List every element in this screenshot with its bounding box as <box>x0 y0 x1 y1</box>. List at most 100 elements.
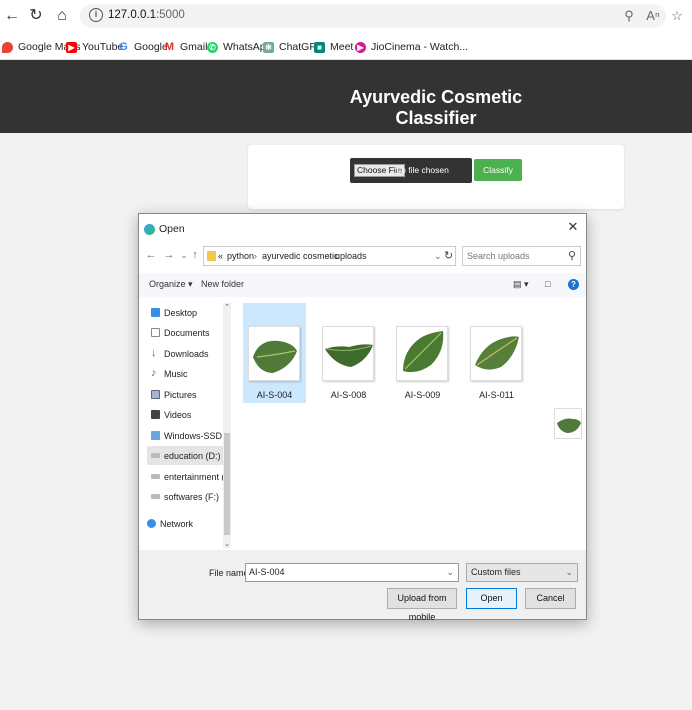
scrollbar-thumb[interactable] <box>224 433 230 535</box>
url-field[interactable]: i 127.0.0.1:5000 <box>80 4 666 28</box>
leaf-thumbnail <box>248 326 300 381</box>
open-button[interactable]: Open <box>466 588 517 609</box>
info-icon[interactable]: i <box>89 8 103 22</box>
search-icon: ⚲ <box>567 250 576 262</box>
dialog-toolbar: Organize ▾ New folder ▤ ▾ □ ? <box>139 273 586 297</box>
up-arrow-icon[interactable]: ↑ <box>189 249 201 261</box>
sidebar-item-entertainment[interactable]: entertainment (E <box>147 467 227 486</box>
bookmark-jiocinema[interactable]: ▶ JioCinema - Watch... <box>355 40 468 54</box>
file-input[interactable]: Choose File No file chosen <box>350 158 472 183</box>
back-arrow-icon[interactable]: ← <box>2 6 22 26</box>
app-header: Ayurvedic Cosmetic Classifier <box>0 60 692 133</box>
sidebar-item-documents[interactable]: Documents <box>147 323 227 342</box>
read-aloud-icon[interactable]: Aⁿ <box>644 6 662 26</box>
chevron-down-icon: ⌄ <box>565 567 573 577</box>
folder-icon <box>207 251 216 261</box>
open-file-dialog: Open ✕ ← → ⌄ ↑ « python › ayurvedic cosm… <box>138 213 587 622</box>
file-name-value: AI-S-004 <box>249 567 285 577</box>
file-type-select[interactable]: Custom files ⌄ <box>466 563 578 582</box>
refresh-icon[interactable]: ↻ <box>26 6 46 26</box>
breadcrumb[interactable]: « python › ayurvedic cosmetic › uploads … <box>203 246 456 266</box>
sidebar-item-videos[interactable]: Videos <box>147 405 227 424</box>
chatgpt-icon: ✻ <box>263 41 274 53</box>
classify-image-button[interactable]: Classify Image <box>474 159 522 197</box>
close-icon[interactable]: ✕ <box>565 219 581 235</box>
music-icon: ♪ <box>151 367 157 379</box>
chevron-down-icon[interactable]: ⌄ <box>223 540 231 548</box>
bookmark-whatsapp[interactable]: ✆ WhatsApp <box>207 40 271 54</box>
bookmark-google[interactable]: G Google <box>118 40 168 54</box>
sidebar-item-windows-ssd[interactable]: Windows-SSD (C <box>147 426 227 445</box>
drive-icon <box>151 494 160 499</box>
favorite-star-icon[interactable]: ☆ <box>668 6 686 26</box>
file-item[interactable]: AI-S-009 <box>391 303 454 403</box>
bookmark-youtube[interactable]: ▶ YouTube <box>66 40 123 54</box>
chevron-down-icon[interactable]: ⌄ <box>446 567 454 578</box>
back-arrow-icon[interactable]: ← <box>145 249 157 261</box>
leaf-thumbnail <box>322 326 374 381</box>
drive-icon <box>151 431 160 440</box>
leaf-thumbnail <box>470 326 522 381</box>
browser-address-bar: ← ↻ ⌂ i 127.0.0.1:5000 ⚲ Aⁿ ☆ <box>0 0 692 33</box>
sidebar-item-education[interactable]: education (D:) <box>147 446 227 465</box>
upload-from-mobile-button[interactable]: Upload from mobile <box>387 588 457 622</box>
refresh-icon[interactable]: ↻ <box>444 249 453 262</box>
sidebar-item-network[interactable]: Network <box>143 514 223 533</box>
home-icon[interactable]: ⌂ <box>52 6 72 26</box>
bookmark-meet[interactable]: ■ Meet <box>314 40 353 54</box>
new-folder-button[interactable]: New folder <box>201 279 244 289</box>
no-file-text: No file chosen <box>395 165 449 175</box>
file-name-field[interactable]: AI-S-004 ⌄ <box>245 563 459 582</box>
whatsapp-icon: ✆ <box>207 41 218 53</box>
search-input[interactable]: Search uploads ⚲ <box>462 246 581 266</box>
file-item[interactable]: AI-S-008 <box>317 303 380 403</box>
view-options-icon[interactable]: ▤ ▾ <box>513 279 529 290</box>
search-placeholder: Search uploads <box>467 251 530 261</box>
videos-icon <box>151 410 160 419</box>
network-icon <box>147 519 156 528</box>
zoom-icon[interactable]: ⚲ <box>620 6 638 26</box>
pictures-icon <box>151 390 160 399</box>
file-item[interactable]: AI-S-004 <box>243 303 306 403</box>
nav-scrollbar[interactable]: ⌃ ⌄ <box>223 303 231 548</box>
cancel-button[interactable]: Cancel <box>525 588 576 609</box>
url-text: 127.0.0.1:5000 <box>108 9 185 21</box>
sidebar-item-pictures[interactable]: Pictures <box>147 385 227 404</box>
file-name: AI-S-009 <box>404 390 441 400</box>
chevron-right-icon: › <box>327 251 330 261</box>
jiocinema-icon: ▶ <box>355 41 366 53</box>
sidebar-item-desktop[interactable]: Desktop <box>147 303 227 322</box>
bookmarks-bar: Google Maps ▶ YouTube G Google M Gmail ✆ Wha… <box>0 33 692 60</box>
forward-arrow-icon[interactable]: → <box>163 249 175 261</box>
organize-menu[interactable]: Organize ▾ <box>149 279 193 290</box>
sidebar-item-softwares[interactable]: softwares (F:) <box>147 487 227 506</box>
google-icon: G <box>119 40 128 53</box>
file-list: AI-S-004 AI-S-008 AI-S-009 AI-S-011 <box>233 299 586 550</box>
drive-icon <box>151 474 160 479</box>
chevron-down-icon[interactable]: ⌄ <box>434 251 442 262</box>
drive-icon <box>151 453 160 458</box>
leaf-thumbnail <box>396 326 448 381</box>
dialog-title: Open <box>159 223 185 235</box>
sidebar-item-downloads[interactable]: ↓ Downloads <box>147 344 227 363</box>
documents-icon <box>151 328 160 337</box>
upload-card: Choose File No file chosen Classify Imag… <box>248 145 624 209</box>
page-title: Ayurvedic Cosmetic Classifier <box>349 87 523 128</box>
leaf-thumbnail[interactable] <box>554 408 582 439</box>
help-icon[interactable]: ? <box>568 279 579 290</box>
chevron-right-icon: › <box>254 251 257 261</box>
preview-pane-icon[interactable]: □ <box>545 279 550 289</box>
meet-icon: ■ <box>314 41 325 53</box>
sidebar-item-music[interactable]: ♪ Music <box>147 364 227 383</box>
file-name: AI-S-011 <box>479 390 514 400</box>
file-name: AI-S-008 <box>330 390 367 400</box>
breadcrumb-python[interactable]: python <box>227 251 254 261</box>
chevron-up-icon[interactable]: ⌃ <box>223 303 231 311</box>
breadcrumb-uploads[interactable]: uploads <box>335 251 367 261</box>
bookmark-gmail[interactable]: M Gmail <box>164 40 208 54</box>
file-name: AI-S-004 <box>256 390 293 400</box>
file-item[interactable]: AI-S-011 <box>465 303 528 403</box>
maps-pin-icon <box>2 41 13 53</box>
dialog-footer: File name: AI-S-004 ⌄ Custom files ⌄ Upl… <box>139 550 586 622</box>
breadcrumb-overflow[interactable]: « <box>218 251 223 261</box>
